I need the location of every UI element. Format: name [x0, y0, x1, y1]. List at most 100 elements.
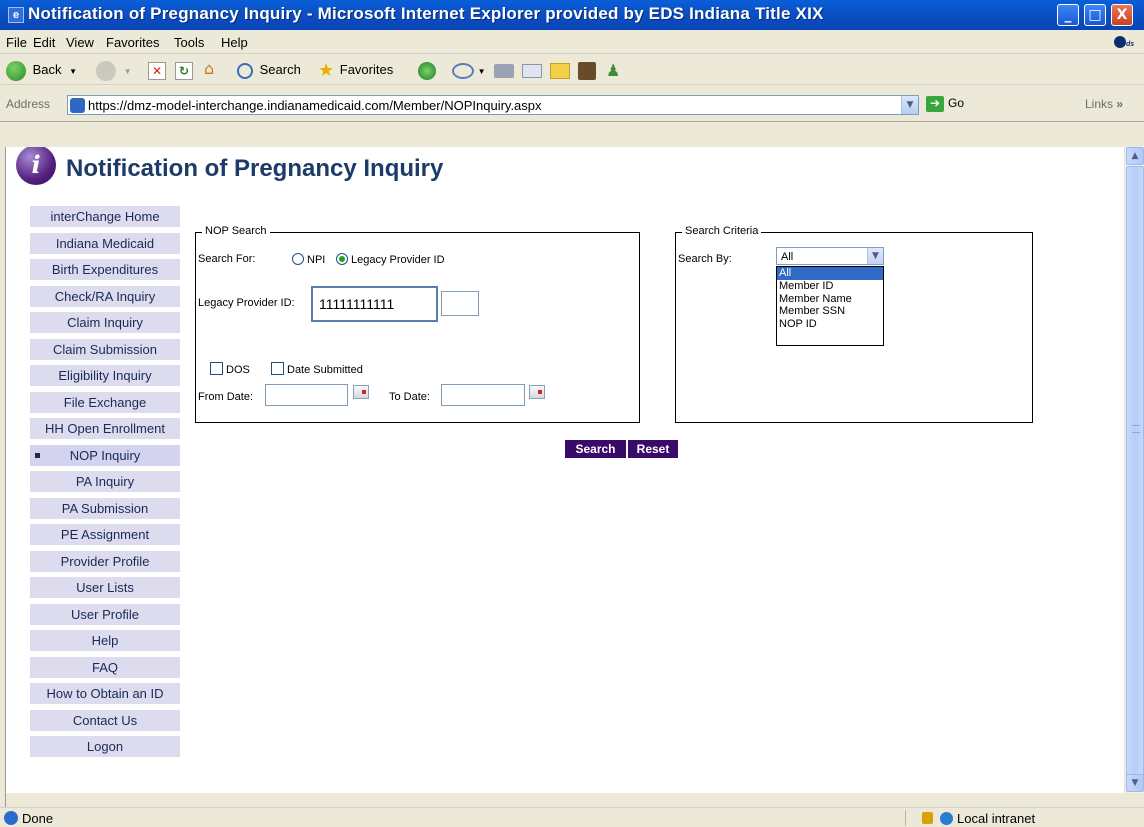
sidebar-item-label: NOP Inquiry: [69, 447, 141, 463]
menu-tools[interactable]: Tools: [174, 35, 204, 50]
nop-search-box: NOP Search Search For: NPI Legacy Provid…: [195, 225, 640, 423]
sidebar-item-label: Birth Expenditures: [51, 262, 159, 277]
scroll-down-icon[interactable]: ▼: [1126, 774, 1144, 792]
search-by-option[interactable]: NOP ID: [777, 318, 883, 331]
sidebar-item-how-to-obtain-an-id[interactable]: How to Obtain an ID: [30, 683, 180, 704]
sidebar-item-label: Indiana Medicaid: [55, 235, 155, 251]
chevron-down-icon[interactable]: ▼: [867, 248, 883, 264]
sidebar-item-user-lists[interactable]: User Lists: [30, 577, 180, 598]
search-button[interactable]: Search: [565, 440, 626, 458]
legacy-provider-suffix-input[interactable]: [441, 291, 479, 316]
to-date-label: To Date:: [389, 391, 430, 403]
page-viewport: i Notification of Pregnancy Inquiry inte…: [6, 147, 1124, 793]
sidebar-item-pa-inquiry[interactable]: PA Inquiry: [30, 471, 180, 492]
favorites-button[interactable]: ★ Favorites: [318, 59, 393, 81]
sidebar-item-label: Check/RA Inquiry: [54, 288, 156, 304]
status-bar: Done Local intranet: [0, 807, 1144, 827]
mail-button[interactable]: ▼: [452, 59, 486, 81]
sidebar-item-provider-profile[interactable]: Provider Profile: [30, 550, 180, 572]
history-icon: [418, 61, 436, 80]
sidebar-item-faq[interactable]: FAQ: [30, 656, 180, 678]
history-button[interactable]: [418, 59, 436, 81]
edit-icon: [522, 63, 542, 78]
to-date-input[interactable]: [441, 384, 525, 406]
date-submitted-checkbox[interactable]: [271, 362, 284, 375]
go-button[interactable]: ➔ Go: [926, 96, 964, 112]
sidebar-item-claim-submission[interactable]: Claim Submission: [30, 338, 180, 360]
scrollbar-thumb[interactable]: [1126, 166, 1144, 785]
refresh-button[interactable]: ↻: [175, 59, 193, 81]
vertical-scrollbar[interactable]: ▲ ▼: [1124, 147, 1144, 793]
stop-button[interactable]: ✕: [148, 59, 166, 81]
sidebar-item-pe-assignment[interactable]: PE Assignment: [30, 524, 180, 545]
sidebar-item-birth-expenditures[interactable]: Birth Expenditures: [30, 259, 180, 280]
mail-dropdown-icon[interactable]: ▼: [478, 67, 486, 76]
from-date-calendar-icon[interactable]: [353, 385, 369, 399]
menu-edit[interactable]: Edit: [33, 35, 55, 50]
sidebar-item-eligibility-inquiry[interactable]: Eligibility Inquiry: [30, 365, 180, 386]
discuss-button[interactable]: [550, 59, 570, 81]
edit-button[interactable]: [522, 59, 542, 81]
search-by-option[interactable]: Member Name: [777, 293, 883, 306]
sidebar-item-label: FAQ: [91, 659, 118, 675]
sidebar-item-hh-open-enrollment[interactable]: HH Open Enrollment: [30, 418, 180, 439]
menu-view[interactable]: View: [66, 35, 94, 50]
sidebar-item-label: Help: [91, 633, 119, 648]
back-arrow-icon: [6, 60, 26, 81]
address-input[interactable]: https://dmz-model-interchange.indianamed…: [67, 95, 919, 115]
search-button[interactable]: Search: [237, 59, 301, 81]
legacy-provider-radio[interactable]: [336, 253, 348, 265]
dos-checkbox[interactable]: [210, 362, 223, 375]
forward-button[interactable]: ▼: [96, 59, 132, 81]
search-by-option[interactable]: All: [777, 267, 883, 280]
sidebar-item-logon[interactable]: Logon: [30, 736, 180, 757]
messenger-button[interactable]: ♟: [606, 59, 620, 81]
back-dropdown-icon[interactable]: ▼: [69, 67, 77, 76]
research-button[interactable]: [578, 59, 596, 81]
ie-app-icon[interactable]: e: [8, 7, 24, 23]
address-bar: Address https://dmz-model-interchange.in…: [0, 86, 1144, 122]
sidebar-item-help[interactable]: Help: [30, 630, 180, 651]
sidebar-item-label: User Profile: [71, 606, 139, 622]
npi-radio[interactable]: [292, 253, 304, 265]
sidebar-item-indiana-medicaid[interactable]: Indiana Medicaid: [30, 232, 180, 254]
search-by-options-list[interactable]: All Member ID Member Name Member SSN NOP ID: [776, 266, 884, 346]
window-titlebar[interactable]: e Notification of Pregnancy Inquiry - Mi…: [0, 0, 1144, 30]
address-url[interactable]: https://dmz-model-interchange.indianamed…: [88, 98, 542, 113]
sidebar-item-contact-us[interactable]: Contact Us: [30, 709, 180, 731]
window-title: Notification of Pregnancy Inquiry - Micr…: [28, 4, 824, 23]
print-button[interactable]: [494, 59, 514, 81]
sidebar-item-user-profile[interactable]: User Profile: [30, 603, 180, 625]
search-by-option[interactable]: Member ID: [777, 280, 883, 293]
back-label: Back: [32, 62, 62, 77]
sidebar-item-claim-inquiry[interactable]: Claim Inquiry: [30, 312, 180, 333]
search-by-option[interactable]: Member SSN: [777, 305, 883, 318]
maximize-button[interactable]: □: [1084, 4, 1106, 26]
legacy-provider-id-input[interactable]: 11111111111: [311, 286, 438, 322]
minimize-button[interactable]: _: [1057, 4, 1079, 26]
search-by-select[interactable]: All ▼: [776, 247, 884, 265]
sidebar-item-label: User Lists: [76, 580, 134, 595]
close-button[interactable]: X: [1111, 4, 1133, 26]
home-button[interactable]: ⌂: [204, 59, 214, 81]
links-button[interactable]: Links »: [1085, 97, 1123, 111]
forward-dropdown-icon[interactable]: ▼: [124, 67, 132, 76]
reset-button[interactable]: Reset: [628, 440, 678, 458]
sidebar-item-interchange-home[interactable]: interChange Home: [30, 206, 180, 227]
go-arrow-icon: ➔: [926, 96, 944, 112]
to-date-calendar-icon[interactable]: [529, 385, 545, 399]
sidebar-item-check-ra-inquiry[interactable]: Check/RA Inquiry: [30, 285, 180, 307]
research-icon: [578, 61, 596, 80]
menu-favorites[interactable]: Favorites: [106, 35, 159, 50]
menu-help[interactable]: Help: [221, 35, 248, 50]
menu-file[interactable]: File: [6, 35, 27, 50]
scroll-up-icon[interactable]: ▲: [1126, 147, 1144, 165]
sidebar-item-file-exchange[interactable]: File Exchange: [30, 391, 180, 413]
favorites-star-icon: ★: [318, 60, 335, 82]
address-dropdown-icon[interactable]: ▼: [901, 96, 918, 114]
sidebar-item-nop-inquiry[interactable]: NOP Inquiry: [30, 444, 180, 466]
sidebar-item-label: Claim Inquiry: [67, 315, 143, 330]
from-date-input[interactable]: [265, 384, 348, 406]
back-button[interactable]: Back ▼: [6, 59, 77, 81]
sidebar-item-pa-submission[interactable]: PA Submission: [30, 497, 180, 519]
